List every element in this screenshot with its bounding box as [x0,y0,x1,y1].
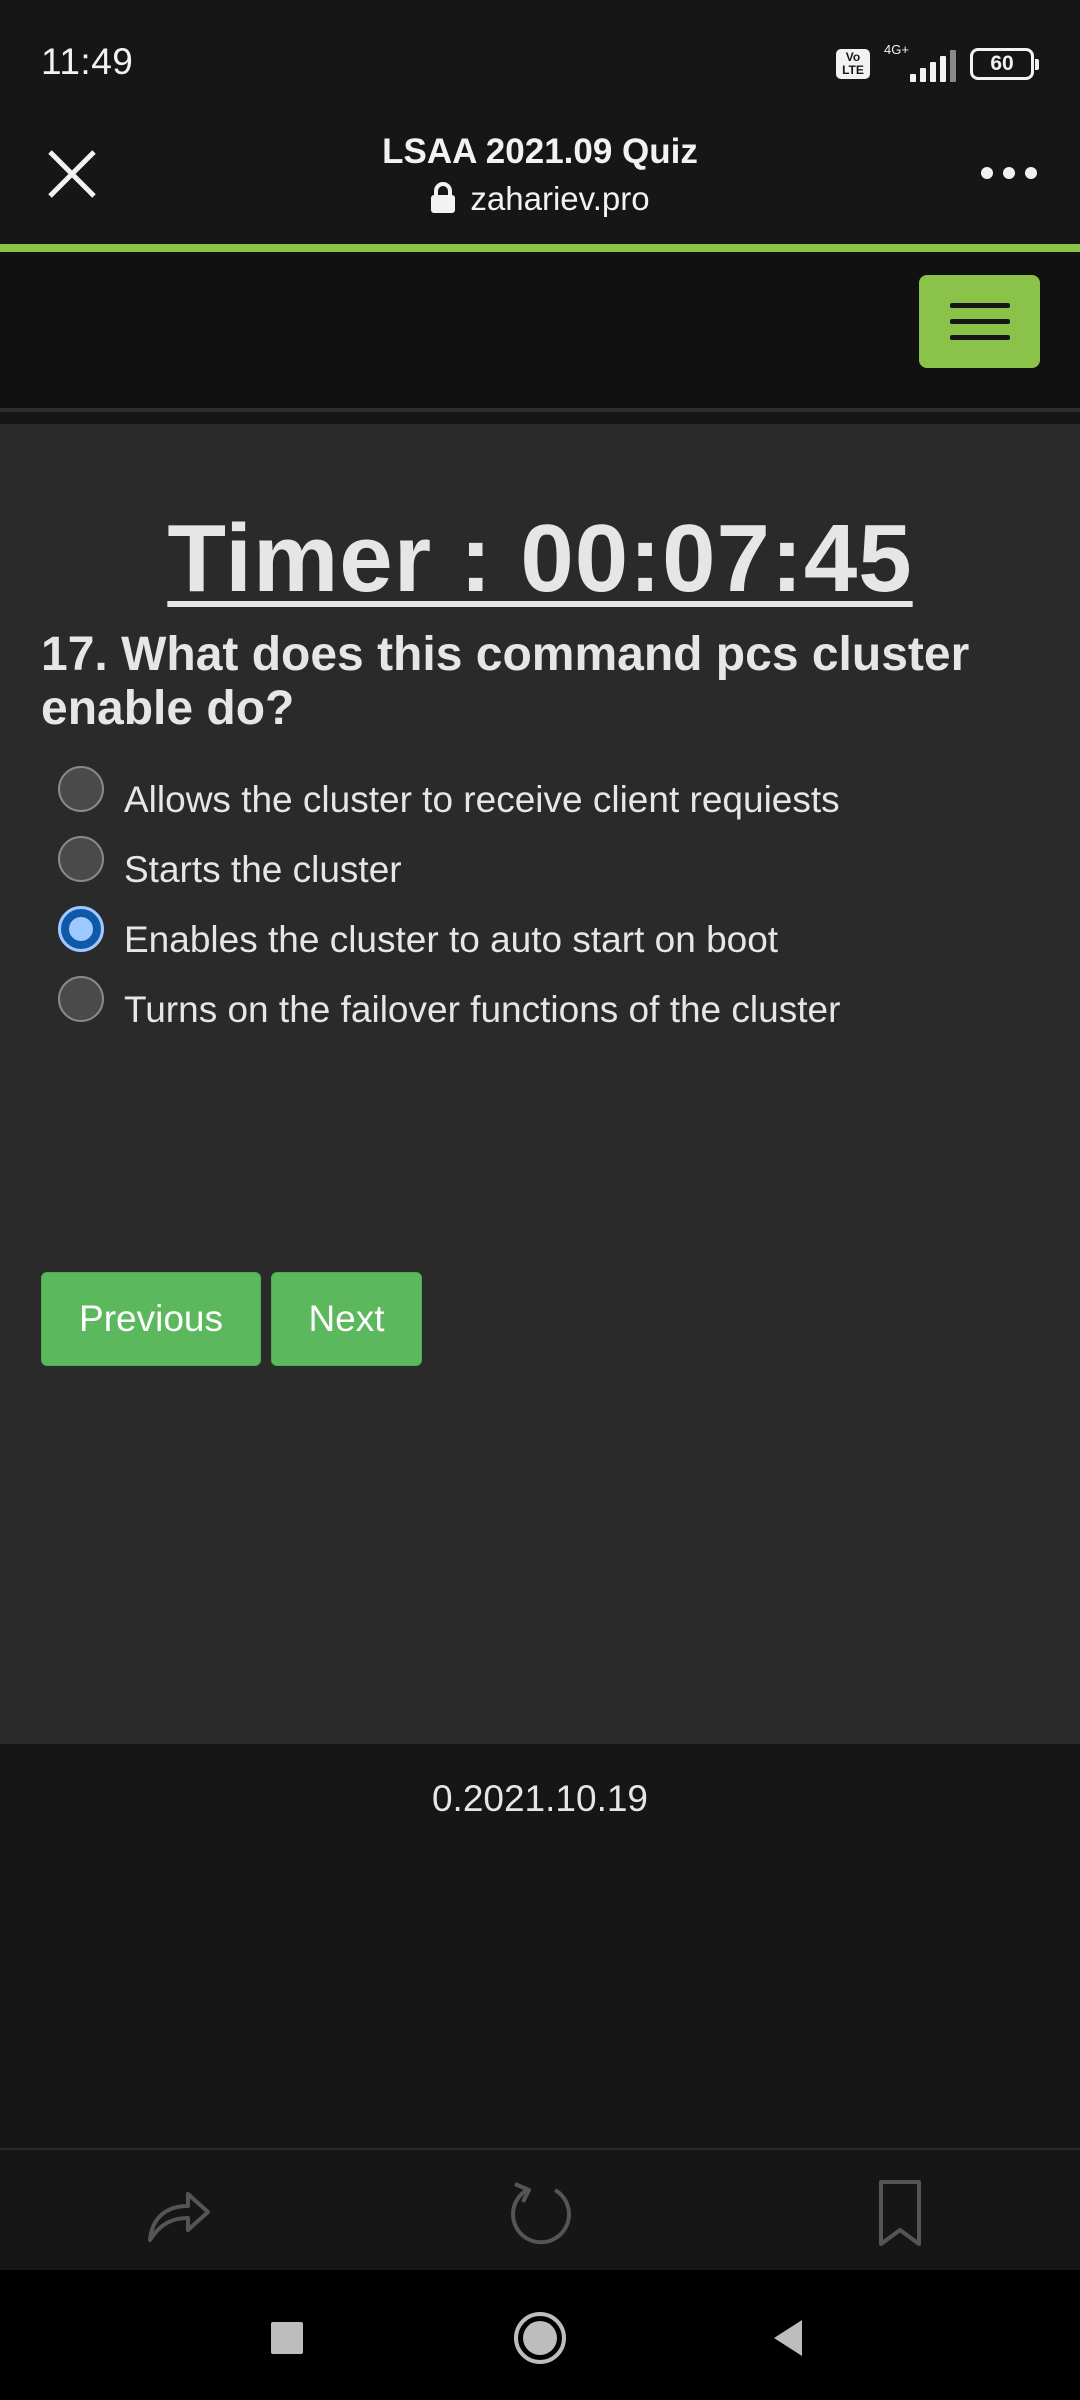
system-nav-bar [0,2270,1080,2400]
quiz-panel: Timer : 00:07:45 17. What does this comm… [0,424,1080,1744]
recents-icon[interactable] [259,2310,315,2366]
option-label[interactable]: Enables the cluster to auto start on boo… [124,920,778,960]
answer-options: Allows the cluster to receive client req… [58,766,1058,1060]
more-icon[interactable] [978,158,1040,188]
question-text: 17. What does this command pcs cluster e… [41,628,1041,736]
question-suffix: do? [193,682,295,735]
previous-button[interactable]: Previous [41,1272,261,1366]
answer-option[interactable]: Allows the cluster to receive client req… [58,766,1058,850]
quiz-timer: Timer : 00:07:45 [167,505,913,612]
page-load-progress [0,244,1080,252]
question-prefix: 17. What does this command [41,628,716,681]
url-text: zahariev.pro [470,180,650,217]
option-label[interactable]: Starts the cluster [124,850,402,890]
reload-icon[interactable] [505,2178,575,2248]
signal-icon: 4G+ [884,42,956,82]
status-icons: Vo LTE 4G+ 60 [836,42,1039,82]
volte-icon: Vo LTE [836,49,870,79]
share-icon[interactable] [144,2178,214,2248]
next-button[interactable]: Next [271,1272,422,1366]
site-navbar [0,252,1080,412]
url-display[interactable]: zahariev.pro [0,180,1080,218]
answer-option[interactable]: Enables the cluster to auto start on boo… [58,906,1058,990]
battery-level: 60 [990,52,1014,75]
battery-icon: 60 [970,48,1039,80]
browser-bottom-toolbar [0,2148,1080,2270]
status-time: 11:49 [41,41,134,82]
hamburger-menu-icon[interactable] [919,275,1040,368]
page-title: LSAA 2021.09 Quiz [382,132,698,171]
network-type: 4G+ [884,42,909,57]
answer-option[interactable]: Turns on the failover functions of the c… [58,976,1058,1060]
radio-button[interactable] [58,766,104,812]
site-footer: 0.2021.10.19 [0,1744,1080,2148]
version-text: 0.2021.10.19 [431,1778,649,1819]
answer-option[interactable]: Starts the cluster [58,836,1058,920]
back-icon[interactable] [760,2310,816,2366]
browser-header: LSAA 2021.09 Quiz zahariev.pro [0,120,1080,244]
radio-button[interactable] [58,976,104,1022]
radio-button-selected[interactable] [58,906,104,952]
option-label[interactable]: Turns on the failover functions of the c… [124,990,840,1030]
home-icon[interactable] [512,2310,568,2366]
lock-icon [431,182,456,213]
status-bar: 11:49 Vo LTE 4G+ 60 [0,0,1080,120]
bookmark-icon[interactable] [865,2178,935,2248]
option-label[interactable]: Allows the cluster to receive client req… [124,780,840,820]
radio-button[interactable] [58,836,104,882]
